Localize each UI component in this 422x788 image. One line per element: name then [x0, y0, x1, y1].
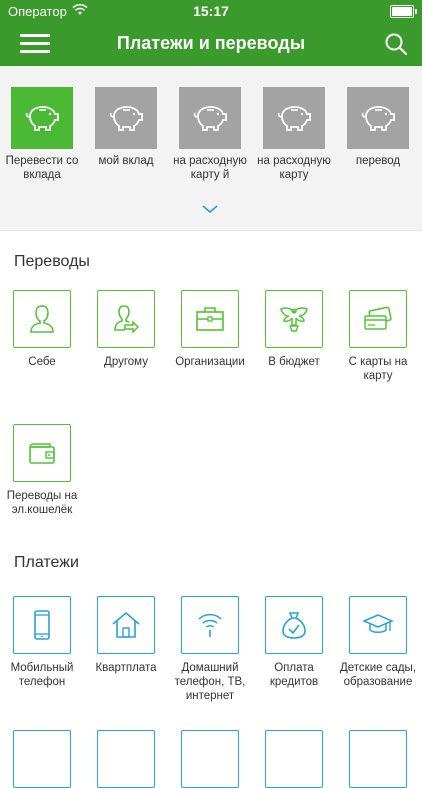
item-label: Себе: [28, 356, 56, 368]
piggy-bank-icon: [179, 87, 241, 149]
deposit-item[interactable]: на расходную карту й: [168, 87, 252, 182]
status-time: 15:17: [193, 3, 229, 19]
deposit-label: мой вклад: [98, 155, 154, 167]
money-bag-icon: [265, 596, 323, 654]
nav-bar: Платежи и переводы: [0, 22, 422, 66]
emblem-icon: [265, 290, 323, 348]
payment-loans-item[interactable]: Оплата кредитов: [252, 596, 336, 689]
payments-section-title: Платежи: [14, 554, 79, 571]
person-transfer-icon: [97, 290, 155, 348]
item-label: Квартплата: [95, 662, 157, 674]
transfer-ewallet-item[interactable]: Переводы на эл.кошелёк: [0, 424, 84, 517]
payment-home-phone-tv-internet-item[interactable]: Домашний телефон, ТВ, интернет: [168, 596, 252, 703]
mobile-phone-icon: [13, 596, 71, 654]
status-bar: Оператор 15:17: [0, 0, 422, 22]
house-icon: [97, 596, 155, 654]
payment-item-partial[interactable]: [252, 730, 336, 788]
piggy-bank-icon: [11, 87, 73, 149]
page-title: Платежи и переводы: [116, 33, 306, 53]
deposit-label: перевод: [355, 155, 401, 167]
payment-mobile-item[interactable]: Мобильный телефон: [0, 596, 84, 689]
cards-icon: [349, 290, 407, 348]
item-label: Переводы на эл.кошелёк: [6, 490, 78, 516]
payment-item-partial[interactable]: [84, 730, 168, 788]
deposit-label: на расходную карту: [257, 155, 331, 181]
item-label: Детские сады, образование: [339, 662, 417, 688]
deposit-item[interactable]: на расходную карту: [252, 87, 336, 182]
piggy-bank-icon: [347, 87, 409, 149]
transfers-section-title: Переводы: [14, 253, 90, 270]
deposit-item[interactable]: мой вклад: [84, 87, 168, 168]
item-label: Оплата кредитов: [269, 662, 319, 688]
wallet-icon: [13, 424, 71, 482]
search-icon[interactable]: [384, 32, 408, 56]
piggy-bank-icon: [95, 87, 157, 149]
transfer-card-to-card-item[interactable]: С карты на карту: [336, 290, 420, 383]
transfer-organization-item[interactable]: Организации: [168, 290, 252, 369]
item-label: Мобильный телефон: [10, 662, 74, 688]
item-label: Организации: [175, 356, 245, 368]
person-icon: [13, 290, 71, 348]
transfer-other-item[interactable]: Другому: [84, 290, 168, 369]
briefcase-icon: [181, 290, 239, 348]
piggy-bank-icon: [263, 87, 325, 149]
battery-icon: [390, 5, 417, 18]
expand-chevron-down-icon[interactable]: [201, 204, 219, 214]
transfer-budget-item[interactable]: В бюджет: [252, 290, 336, 369]
deposit-item[interactable]: Перевести со вклада: [0, 87, 84, 182]
deposit-label: Перевести со вклада: [5, 155, 79, 181]
item-label: Домашний телефон, ТВ, интернет: [174, 662, 246, 702]
payment-item-partial[interactable]: [168, 730, 252, 788]
item-label: С карты на карту: [348, 356, 408, 382]
payment-utilities-item[interactable]: Квартплата: [84, 596, 168, 675]
item-label: В бюджет: [268, 356, 320, 368]
deposits-carousel[interactable]: Перевести со вклада мой вклад на расходн…: [0, 66, 422, 231]
payment-item-partial[interactable]: [336, 730, 420, 788]
payment-item-partial[interactable]: [0, 730, 84, 788]
wireless-icon: [181, 596, 239, 654]
graduation-cap-icon: [349, 596, 407, 654]
payment-education-item[interactable]: Детские сады, образование: [336, 596, 420, 689]
transfer-self-item[interactable]: Себе: [0, 290, 84, 369]
deposit-item[interactable]: перевод: [336, 87, 420, 168]
deposit-label: на расходную карту й: [173, 155, 247, 181]
item-label: Другому: [104, 356, 148, 368]
